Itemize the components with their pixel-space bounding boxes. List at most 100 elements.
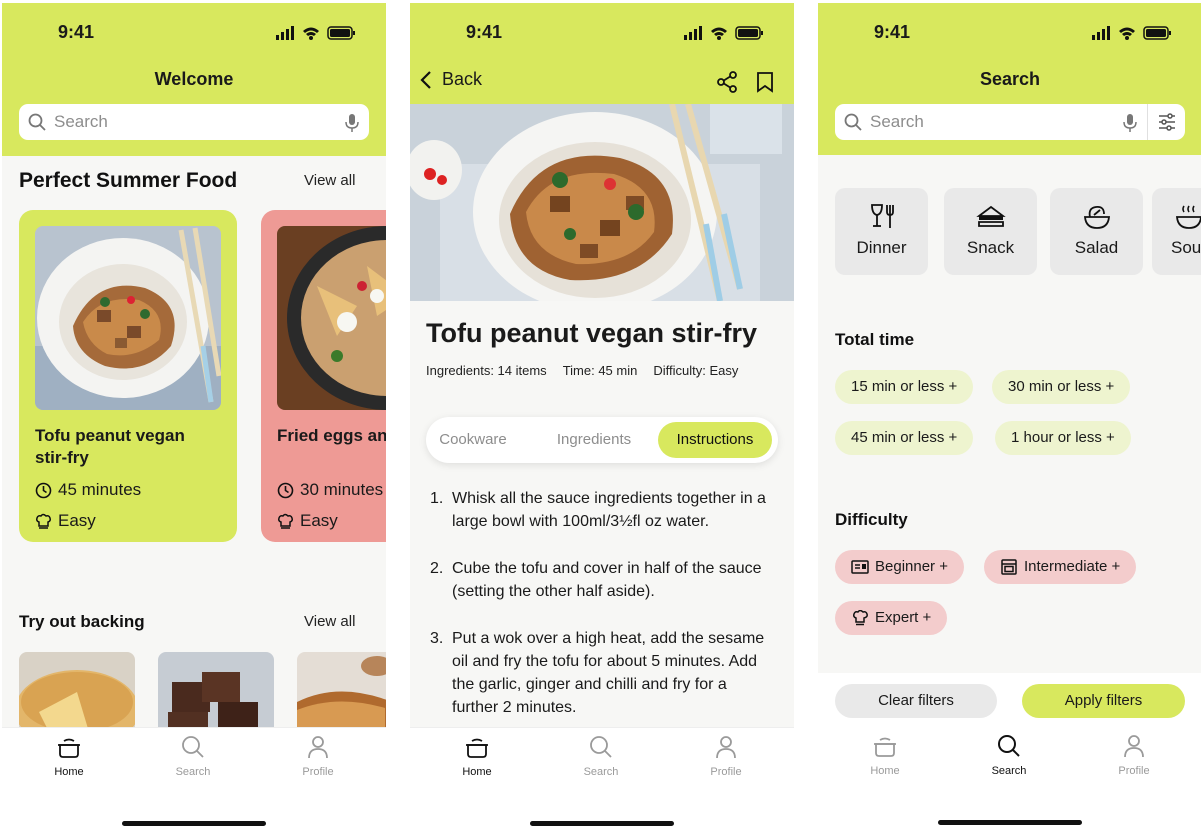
tab-cookware[interactable]: Cookware <box>430 422 516 458</box>
chip-beginner[interactable]: Beginner + <box>835 550 964 584</box>
chip-1-hour[interactable]: 1 hour or less + <box>995 421 1131 455</box>
salad-bowl-icon <box>1083 205 1110 229</box>
tab-home[interactable]: Home <box>432 734 522 778</box>
apply-filters-button[interactable]: Apply filters <box>1022 684 1185 718</box>
recipe-card-tofu[interactable]: Tofu peanut vegan stir-fry 45 minutes Ea… <box>19 210 237 542</box>
view-all-baking-link[interactable]: View all <box>304 613 355 630</box>
search-input[interactable]: Search <box>54 112 108 132</box>
tab-bar: Home Search Profile <box>410 727 794 832</box>
tab-instructions[interactable]: Instructions <box>658 422 772 458</box>
tab-bar: Home Search Profile <box>2 727 386 832</box>
chip-intermediate[interactable]: Intermediate + <box>984 550 1137 584</box>
status-time: 9:41 <box>466 22 503 42</box>
recipe-image-fried-eggs <box>277 226 386 410</box>
tab-search[interactable]: Search <box>964 733 1054 777</box>
instruction-step: 2. Cube the tofu and cover in half of th… <box>430 560 762 600</box>
search-input[interactable]: Search <box>870 112 924 132</box>
recipe-meta: Ingredients: 14 items Time: 45 min Diffi… <box>426 363 738 378</box>
recipe-card-time: 30 minutes <box>277 480 383 500</box>
chip-30-min[interactable]: 30 min or less + <box>992 370 1131 404</box>
soup-bowl-icon <box>1176 205 1201 229</box>
tab-search[interactable]: Search <box>556 734 646 778</box>
tab-profile[interactable]: Profile <box>681 734 771 778</box>
tab-bar: Home Search Profile <box>818 727 1201 832</box>
recipe-header: 9:41 Back <box>410 3 794 104</box>
search-bar[interactable]: Search <box>19 104 369 140</box>
clock-icon <box>35 482 52 498</box>
page-title: Search <box>979 69 1041 89</box>
recipe-card-time: 45 minutes <box>35 480 141 500</box>
status-time: 9:41 <box>58 22 95 42</box>
chef-hat-icon <box>278 513 293 529</box>
category-salad[interactable]: Salad <box>1050 188 1143 275</box>
search-icon <box>590 736 612 758</box>
home-indicator <box>938 820 1082 825</box>
search-icon <box>182 736 204 758</box>
category-snack[interactable]: Snack <box>944 188 1037 275</box>
tab-home[interactable]: Home <box>840 733 930 777</box>
category-soup[interactable]: Soup <box>1152 188 1201 275</box>
chevron-left-icon <box>420 70 431 89</box>
tab-home[interactable]: Home <box>24 734 114 778</box>
recipe-difficulty: Difficulty: Easy <box>653 363 739 378</box>
recipe-ingredients-count: Ingredients: 14 items <box>426 363 547 378</box>
search-screen: 9:41 Search Search Dinner Snack Salad So… <box>818 3 1201 832</box>
recipe-image-tofu <box>35 226 221 410</box>
chip-45-min[interactable]: 45 min or less + <box>835 421 974 455</box>
section-title-summer: Perfect Summer Food <box>19 169 238 192</box>
search-icon <box>844 113 862 131</box>
clear-filters-button[interactable]: Clear filters <box>835 684 997 718</box>
chip-expert[interactable]: Expert + <box>835 601 948 635</box>
chef-hat-icon <box>36 513 51 529</box>
oven-icon <box>1001 559 1017 575</box>
person-icon <box>308 736 328 759</box>
recipe-tabs: Cookware Ingredients Instructions <box>426 417 778 463</box>
baking-thumb-loaf[interactable] <box>297 652 386 732</box>
sliders-icon <box>1159 113 1175 131</box>
search-header: 9:41 Search Search <box>818 3 1201 155</box>
category-dinner[interactable]: Dinner <box>835 188 928 275</box>
status-icons <box>684 26 763 40</box>
home-indicator <box>122 821 266 826</box>
share-icon[interactable] <box>716 71 738 93</box>
home-screen: 9:41 Welcome Search Perfect Summer Food … <box>2 3 386 832</box>
status-icons <box>276 26 355 40</box>
tab-profile[interactable]: Profile <box>1089 733 1179 777</box>
recipe-card-difficulty: Easy <box>35 511 96 531</box>
microphone-icon[interactable] <box>1123 113 1137 133</box>
recipe-title: Tofu peanut vegan stir-fry <box>426 318 758 348</box>
tab-search[interactable]: Search <box>148 734 238 778</box>
recipe-time: Time: 45 min <box>562 363 638 378</box>
tab-ingredients[interactable]: Ingredients <box>544 422 644 458</box>
clock-icon <box>277 482 294 498</box>
chip-15-min[interactable]: 15 min or less + <box>835 370 974 404</box>
view-all-summer-link[interactable]: View all <box>304 172 355 189</box>
recipe-card-title: Fried eggs and salsa on tortillas <box>277 426 386 445</box>
page-title: Welcome <box>154 69 234 89</box>
baking-thumb-brownies[interactable] <box>158 652 274 732</box>
baking-thumb-cake[interactable] <box>19 652 135 732</box>
instruction-step: 1. Whisk all the sauce ingredients toget… <box>430 490 766 530</box>
home-indicator <box>530 821 674 826</box>
tab-profile[interactable]: Profile <box>273 734 363 778</box>
sandwich-icon <box>975 205 1006 227</box>
bookmark-icon[interactable] <box>756 71 774 93</box>
search-icon <box>998 735 1020 757</box>
difficulty-title: Difficulty <box>835 510 908 529</box>
person-icon <box>1124 735 1144 758</box>
pot-icon <box>58 738 80 758</box>
chef-hat-icon <box>853 610 868 626</box>
section-title-baking: Try out backing <box>19 612 145 631</box>
status-time: 9:41 <box>874 22 911 42</box>
recipe-screen: 9:41 Back Tofu peanut vegan stir-fry Ing… <box>410 3 794 832</box>
recipe-hero-image <box>410 104 794 301</box>
filter-button[interactable] <box>1147 104 1185 140</box>
search-icon <box>28 113 46 131</box>
recipe-card-title: Tofu peanut vegan stir-fry <box>35 426 185 467</box>
recipe-card-fried-eggs[interactable]: Fried eggs and salsa on tortillas 30 min… <box>261 210 386 542</box>
search-bar[interactable]: Search <box>835 104 1147 140</box>
microphone-icon[interactable] <box>345 113 359 133</box>
pot-icon <box>874 737 896 757</box>
recipe-card-difficulty: Easy <box>277 511 338 531</box>
back-button[interactable]: Back <box>418 69 482 90</box>
